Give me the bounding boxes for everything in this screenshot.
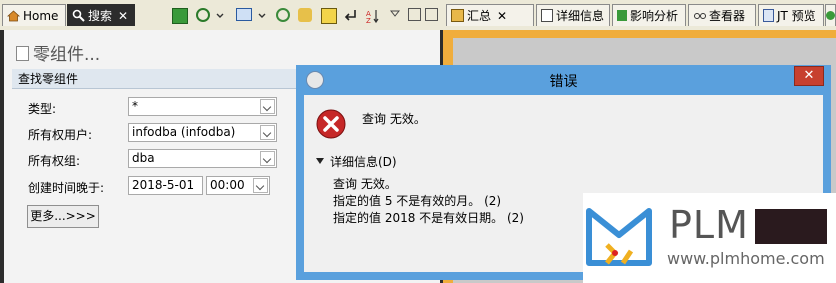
tab-summary[interactable]: 汇总 ✕ bbox=[446, 4, 534, 26]
page-title-label: 零组件... bbox=[33, 45, 101, 65]
tab-impact[interactable]: 影响分析 bbox=[612, 4, 686, 26]
tab-search[interactable]: 搜索 ✕ bbox=[67, 4, 135, 26]
watermark-brand: PLM bbox=[669, 203, 749, 247]
chevron-down-icon[interactable] bbox=[260, 125, 275, 140]
plmhome-watermark: PLM www.plmhome.com bbox=[583, 193, 836, 283]
details-icon bbox=[541, 9, 553, 22]
tab-home[interactable]: Home bbox=[2, 4, 66, 26]
page-title: 零组件... bbox=[16, 40, 100, 65]
maximize-icon[interactable] bbox=[425, 8, 438, 21]
tab-details-label: 详细信息 bbox=[556, 9, 605, 23]
svg-text:Z: Z bbox=[366, 17, 371, 24]
type-field[interactable]: * bbox=[128, 97, 277, 116]
query-icon bbox=[16, 46, 29, 61]
sync-icon[interactable] bbox=[276, 8, 290, 22]
dialog-titlebar[interactable]: 错误 ✕ bbox=[296, 65, 831, 94]
owner-group-label: 所有权组: bbox=[28, 154, 81, 168]
chevron-down-icon[interactable] bbox=[260, 99, 275, 114]
chevron-down-icon[interactable] bbox=[253, 178, 268, 193]
details-toggle-label: 详细信息(D) bbox=[330, 155, 397, 169]
enter-icon[interactable] bbox=[343, 8, 357, 22]
tab-jt-preview[interactable]: JT 预览 bbox=[758, 4, 824, 26]
details-line: 查询 无效。 bbox=[333, 177, 397, 191]
type-label: 类型: bbox=[28, 102, 57, 116]
details-toggle[interactable]: 详细信息(D) bbox=[316, 153, 397, 170]
view-menu-icon[interactable] bbox=[389, 8, 401, 22]
home-icon bbox=[6, 9, 21, 22]
more-button[interactable]: 更多...>>> bbox=[27, 205, 99, 228]
tab-overflow[interactable] bbox=[825, 4, 836, 26]
search-icon bbox=[72, 9, 85, 22]
save-icon[interactable] bbox=[321, 8, 337, 24]
details-line: 指定的值 5 不是有效的月。 (2) bbox=[333, 194, 502, 208]
watermark-url: www.plmhome.com bbox=[667, 249, 825, 268]
type-value: * bbox=[132, 99, 138, 113]
owner-user-label: 所有权用户: bbox=[28, 128, 93, 142]
jt-icon bbox=[763, 9, 774, 22]
close-icon[interactable]: ✕ bbox=[497, 9, 507, 23]
owner-group-value: dba bbox=[132, 151, 155, 165]
minimize-icon[interactable] bbox=[408, 8, 421, 21]
tab-details[interactable]: 详细信息 bbox=[536, 4, 610, 26]
owner-user-value: infodba (infodba) bbox=[132, 125, 236, 139]
impact-icon bbox=[617, 10, 627, 21]
find-icon[interactable] bbox=[196, 8, 210, 22]
dialog-title: 错误 bbox=[549, 74, 578, 90]
owner-group-field[interactable]: dba bbox=[128, 149, 277, 168]
dialog-close-button[interactable]: ✕ bbox=[794, 66, 824, 86]
chevron-down-icon[interactable] bbox=[216, 8, 224, 22]
error-icon bbox=[316, 109, 346, 142]
created-after-label: 创建时间晚于: bbox=[28, 181, 105, 195]
chevron-down-icon[interactable] bbox=[260, 151, 275, 166]
triangle-down-icon bbox=[316, 158, 324, 164]
window-icon[interactable] bbox=[236, 8, 252, 21]
refresh-green-icon[interactable] bbox=[172, 8, 188, 24]
created-after-time-field[interactable]: 00:00 bbox=[206, 176, 270, 195]
summary-icon bbox=[451, 9, 464, 22]
details-line: 指定的值 2018 不是有效日期。 (2) bbox=[333, 211, 524, 225]
created-after-date-field[interactable]: 2018-5-01 bbox=[128, 176, 203, 195]
tab-impact-label: 影响分析 bbox=[630, 9, 679, 23]
glasses-icon bbox=[693, 9, 706, 22]
paint-icon[interactable] bbox=[298, 8, 312, 22]
owner-user-field[interactable]: infodba (infodba) bbox=[128, 123, 277, 142]
tab-viewer[interactable]: 查看器 bbox=[688, 4, 756, 26]
tab-search-label: 搜索 bbox=[88, 9, 113, 23]
watermark-dark-block bbox=[755, 209, 827, 244]
tab-bar: Home 搜索 ✕ AZ 汇总 ✕ 详细信息 影响分析 查看器 JT 预览 bbox=[0, 0, 836, 31]
tab-home-label: Home bbox=[23, 8, 59, 23]
chevron-down-icon[interactable] bbox=[258, 8, 266, 22]
sort-icon[interactable]: AZ bbox=[366, 8, 380, 25]
tab-summary-label: 汇总 bbox=[467, 9, 492, 23]
plm-logo-icon bbox=[585, 201, 653, 274]
globe-icon bbox=[826, 11, 835, 20]
tab-viewer-label: 查看器 bbox=[709, 9, 746, 23]
tab-jt-preview-label: JT 预览 bbox=[777, 9, 816, 23]
close-icon[interactable]: ✕ bbox=[118, 9, 128, 23]
error-message: 查询 无效。 bbox=[362, 112, 426, 126]
created-after-time-value: 00:00 bbox=[210, 178, 245, 192]
